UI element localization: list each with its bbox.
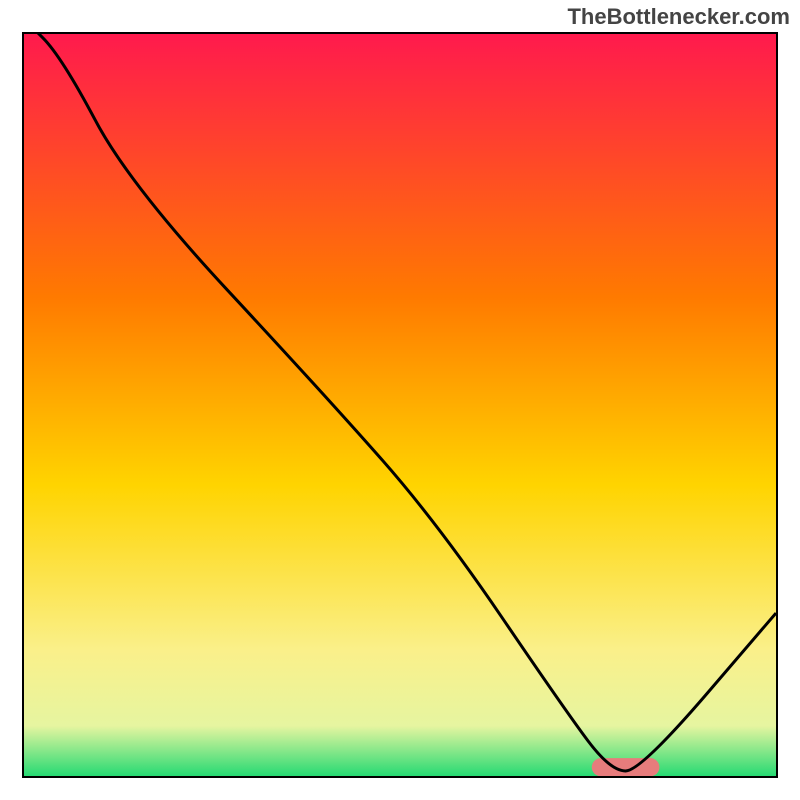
watermark-text: TheBottlenecker.com bbox=[567, 4, 790, 30]
plot-area bbox=[22, 32, 778, 778]
chart-frame: TheBottlenecker.com bbox=[0, 0, 800, 800]
optimal-marker bbox=[592, 758, 660, 776]
curve-layer bbox=[24, 34, 776, 778]
bottleneck-curve bbox=[24, 34, 776, 771]
